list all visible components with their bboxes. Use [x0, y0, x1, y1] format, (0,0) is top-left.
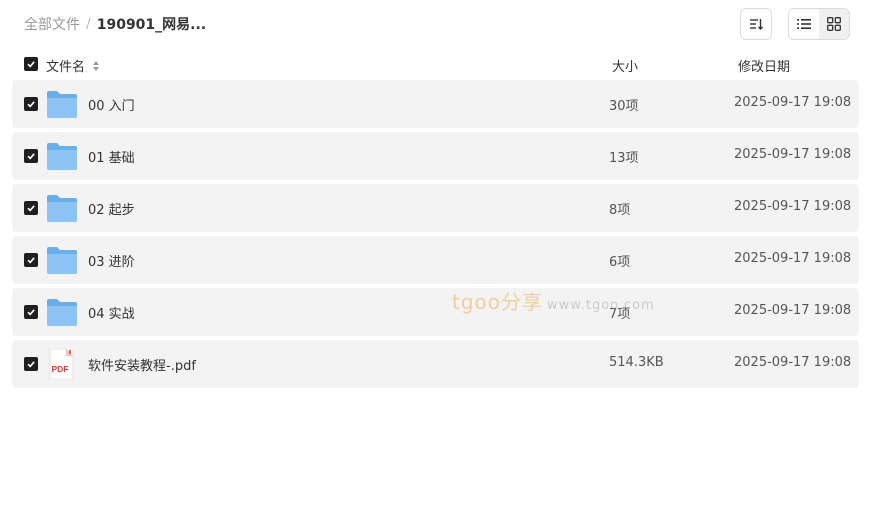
file-name[interactable]: 04 实战 — [88, 303, 135, 322]
file-name[interactable]: 软件安装教程-.pdf — [88, 355, 196, 374]
row-checkbox[interactable] — [24, 97, 38, 111]
sort-button[interactable] — [740, 8, 772, 40]
breadcrumb-root-link[interactable]: 全部文件 — [24, 14, 80, 34]
file-name[interactable]: 03 进阶 — [88, 251, 135, 270]
file-size: 8项 — [609, 203, 631, 218]
table-row[interactable]: 04 实战 7项 2025-09-17 19:08 — [12, 288, 859, 336]
pdf-file-icon: PDF — [49, 349, 74, 379]
checkmark-icon — [27, 61, 35, 68]
file-name[interactable]: 01 基础 — [88, 147, 135, 166]
breadcrumb-separator: / — [86, 16, 91, 32]
modified-date: 2025-09-17 19:08 — [734, 147, 852, 162]
row-checkbox[interactable] — [24, 253, 38, 267]
modified-date: 2025-09-17 19:08 — [734, 355, 852, 370]
table-row[interactable]: 02 起步 8项 2025-09-17 19:08 — [12, 184, 859, 232]
modified-date: 2025-09-17 19:08 — [734, 303, 852, 318]
row-checkbox[interactable] — [24, 201, 38, 215]
checkmark-icon — [27, 153, 35, 160]
row-checkbox[interactable] — [24, 149, 38, 163]
table-header: 文件名 大小 修改日期 — [12, 50, 859, 78]
checkmark-icon — [27, 205, 35, 212]
row-checkbox[interactable] — [24, 305, 38, 319]
list-view-button[interactable] — [789, 9, 819, 39]
breadcrumb: 全部文件 / 190901_网易... — [24, 14, 206, 34]
file-size: 13项 — [609, 151, 639, 166]
file-name[interactable]: 00 入门 — [88, 95, 135, 114]
folder-icon — [47, 247, 77, 274]
breadcrumb-current: 190901_网易... — [96, 17, 207, 33]
checkmark-icon — [27, 361, 35, 368]
file-size: 30项 — [609, 99, 639, 114]
column-header-name[interactable]: 文件名 — [46, 56, 100, 75]
grid-view-button[interactable] — [819, 9, 849, 39]
column-header-size[interactable]: 大小 — [612, 56, 638, 75]
column-header-date[interactable]: 修改日期 — [738, 56, 790, 75]
file-name[interactable]: 02 起步 — [88, 199, 135, 218]
folder-icon — [47, 195, 77, 222]
folder-icon — [47, 299, 77, 326]
folder-icon — [47, 91, 77, 118]
list-view-icon — [797, 19, 811, 29]
modified-date: 2025-09-17 19:08 — [734, 251, 852, 266]
folder-icon — [47, 143, 77, 170]
sort-toggle-icon — [93, 61, 100, 71]
modified-date: 2025-09-17 19:08 — [734, 199, 852, 214]
file-size: 514.3KB — [609, 355, 664, 370]
column-header-name-label: 文件名 — [46, 60, 86, 75]
grid-view-icon — [827, 17, 841, 31]
file-size: 6项 — [609, 255, 631, 270]
view-toggle — [788, 8, 850, 40]
sort-icon — [750, 19, 763, 30]
file-size: 7项 — [609, 307, 631, 322]
table-row[interactable]: 03 进阶 6项 2025-09-17 19:08 — [12, 236, 859, 284]
select-all-checkbox[interactable] — [24, 57, 38, 71]
modified-date: 2025-09-17 19:08 — [734, 95, 852, 110]
table-row[interactable]: PDF 软件安装教程-.pdf 514.3KB 2025-09-17 19:08 — [12, 340, 859, 388]
checkmark-icon — [27, 309, 35, 316]
table-row[interactable]: 01 基础 13项 2025-09-17 19:08 — [12, 132, 859, 180]
checkmark-icon — [27, 257, 35, 264]
row-checkbox[interactable] — [24, 357, 38, 371]
checkmark-icon — [27, 101, 35, 108]
pdf-badge: PDF — [52, 364, 69, 374]
table-row[interactable]: 00 入门 30项 2025-09-17 19:08 — [12, 80, 859, 128]
top-bar: 全部文件 / 190901_网易... — [0, 0, 874, 48]
